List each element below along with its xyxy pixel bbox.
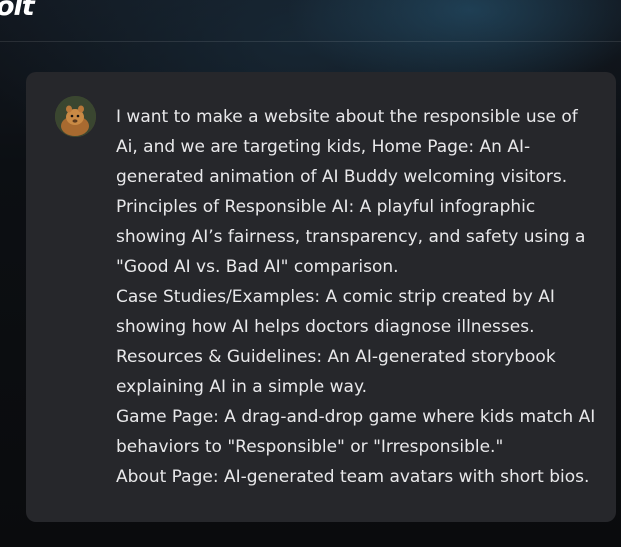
- brand-logo[interactable]: olt: [0, 0, 35, 22]
- user-message-card: I want to make a website about the respo…: [26, 72, 616, 522]
- app-window: olt I want to make a website about the r…: [0, 0, 621, 547]
- message-paragraph: Principles of Responsible AI: A playful …: [116, 197, 586, 277]
- avatar-image: [55, 96, 96, 137]
- user-avatar-icon: [55, 96, 96, 137]
- header-bar: olt: [0, 0, 621, 42]
- message-paragraph: Game Page: A drag-and-drop game where ki…: [116, 407, 596, 457]
- message-text: I want to make a website about the respo…: [116, 102, 596, 492]
- message-paragraph: Resources & Guidelines: An AI-generated …: [116, 347, 556, 397]
- message-paragraph: About Page: AI-generated team avatars wi…: [116, 467, 590, 487]
- message-paragraph: Case Studies/Examples: A comic strip cre…: [116, 287, 555, 337]
- message-paragraph: I want to make a website about the respo…: [116, 107, 578, 187]
